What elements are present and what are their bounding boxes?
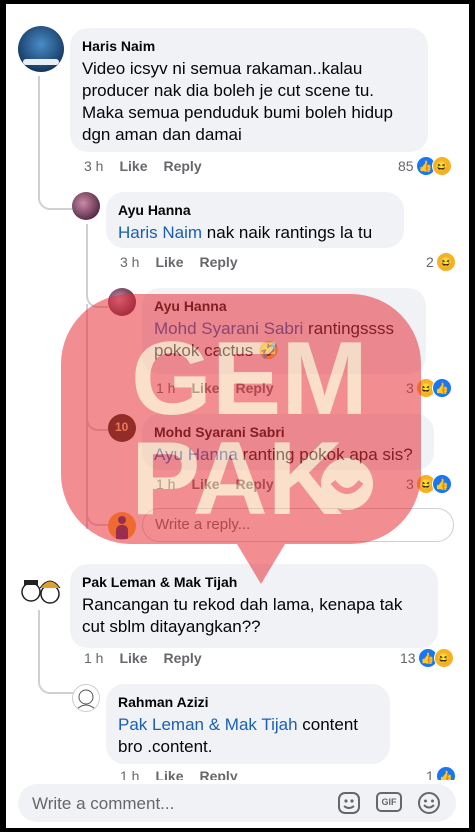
- reaction-count[interactable]: 3 😆 👍: [406, 378, 452, 398]
- mention-link[interactable]: Ayu Hanna: [154, 445, 238, 464]
- comment-text: ranting pokok apa sis?: [237, 445, 413, 464]
- comment-bubble: Mohd Syarani Sabri Ayu Hanna ranting pok…: [142, 414, 434, 470]
- avatar[interactable]: [108, 288, 136, 316]
- reply-placeholder: Write a reply...: [155, 516, 251, 533]
- like-button[interactable]: Like: [119, 650, 147, 666]
- reaction-number: 2: [426, 254, 434, 270]
- reaction-number: 3: [406, 380, 414, 396]
- comment-actions: 3 h Like Reply: [120, 254, 254, 270]
- comment-bar: Write a comment... GIF: [6, 780, 469, 828]
- emoji-icon[interactable]: [416, 790, 442, 821]
- comment-author[interactable]: Ayu Hanna: [118, 202, 392, 218]
- thread-line: [86, 404, 108, 431]
- comment-author[interactable]: Rahman Azizi: [118, 694, 378, 710]
- comment-actions: 1 h Like Reply: [156, 476, 290, 492]
- thread-line: [86, 444, 108, 526]
- reply-button[interactable]: Reply: [235, 476, 273, 492]
- like-reaction-icon: 👍: [431, 378, 452, 398]
- gif-label: GIF: [381, 797, 397, 807]
- timestamp: 1 h: [156, 380, 176, 396]
- like-button[interactable]: Like: [119, 158, 147, 174]
- avatar[interactable]: [18, 570, 64, 610]
- comment-author[interactable]: Haris Naim: [82, 38, 416, 54]
- haha-reaction-icon: 😆: [433, 648, 454, 668]
- thread-line: [38, 76, 74, 210]
- haha-reaction-icon: 😆: [435, 252, 456, 272]
- like-button[interactable]: Like: [191, 380, 219, 396]
- comment-input[interactable]: Write a comment... GIF: [18, 784, 456, 822]
- reply-button[interactable]: Reply: [199, 254, 237, 270]
- reaction-number: 3: [406, 476, 414, 492]
- comment-bubble: Pak Leman & Mak Tijah Rancangan tu rekod…: [70, 564, 438, 648]
- avatar[interactable]: [72, 684, 100, 712]
- mention-link[interactable]: Pak Leman & Mak Tijah: [118, 715, 298, 734]
- gif-icon[interactable]: GIF: [376, 792, 402, 812]
- comment-author[interactable]: Ayu Hanna: [154, 298, 414, 314]
- comment-bubble: Rahman Azizi Pak Leman & Mak Tijah conte…: [106, 684, 390, 764]
- comment-bubble: Ayu Hanna Haris Naim nak naik rantings l…: [106, 192, 404, 248]
- reaction-count[interactable]: 85 👍 😆: [398, 156, 452, 176]
- comment-text: nak naik rantings la tu: [202, 223, 373, 242]
- timestamp: 1 h: [84, 650, 104, 666]
- like-reaction-icon: 👍: [431, 474, 452, 494]
- thread-line: [38, 604, 74, 694]
- mention-link[interactable]: Haris Naim: [118, 223, 202, 242]
- sketch-avatar-icon: [76, 689, 96, 710]
- reply-button[interactable]: Reply: [163, 650, 201, 666]
- reaction-count[interactable]: 3 😆 👍: [406, 474, 452, 494]
- avatar[interactable]: 10: [108, 414, 136, 442]
- comment-author[interactable]: Mohd Syarani Sabri: [154, 424, 422, 440]
- like-button[interactable]: Like: [155, 254, 183, 270]
- reply-button[interactable]: Reply: [163, 158, 201, 174]
- mention-link[interactable]: Mohd Syarani Sabri: [154, 319, 303, 338]
- comment-bubble: Haris Naim Video icsyv ni semua rakaman.…: [70, 28, 428, 152]
- comment-text: Video icsyv ni semua rakaman..kalau prod…: [82, 59, 393, 144]
- avatar[interactable]: [72, 192, 100, 220]
- comment-author[interactable]: Pak Leman & Mak Tijah: [82, 574, 426, 590]
- timestamp: 1 h: [156, 476, 176, 492]
- reaction-number: 13: [400, 650, 416, 666]
- comment-actions: 3 h Like Reply: [84, 158, 218, 174]
- sticker-icon[interactable]: [336, 790, 362, 821]
- haha-reaction-icon: 😆: [431, 156, 452, 176]
- comment-actions: 1 h Like Reply: [156, 380, 290, 396]
- like-button[interactable]: Like: [191, 476, 219, 492]
- thread-line: [86, 224, 108, 308]
- reaction-number: 85: [398, 158, 414, 174]
- timestamp: 3 h: [84, 158, 104, 174]
- timestamp: 3 h: [120, 254, 140, 270]
- comment-bubble: Ayu Hanna Mohd Syarani Sabri rantingssss…: [142, 288, 426, 374]
- reply-input[interactable]: Write a reply...: [142, 508, 454, 542]
- reaction-count[interactable]: 2 😆: [426, 252, 456, 272]
- reaction-count[interactable]: 13 👍 😆: [400, 648, 454, 668]
- comment-placeholder: Write a comment...: [32, 794, 175, 813]
- avatar[interactable]: [18, 26, 64, 72]
- comment-actions: 1 h Like Reply: [84, 650, 218, 666]
- cartoon-avatar-icon: [21, 580, 61, 604]
- reply-button[interactable]: Reply: [235, 380, 273, 396]
- avatar: [108, 512, 136, 540]
- comment-text: Rancangan tu rekod dah lama, kenapa tak …: [82, 595, 403, 636]
- comment-thread: Haris Naim Video icsyv ni semua rakaman.…: [6, 4, 469, 828]
